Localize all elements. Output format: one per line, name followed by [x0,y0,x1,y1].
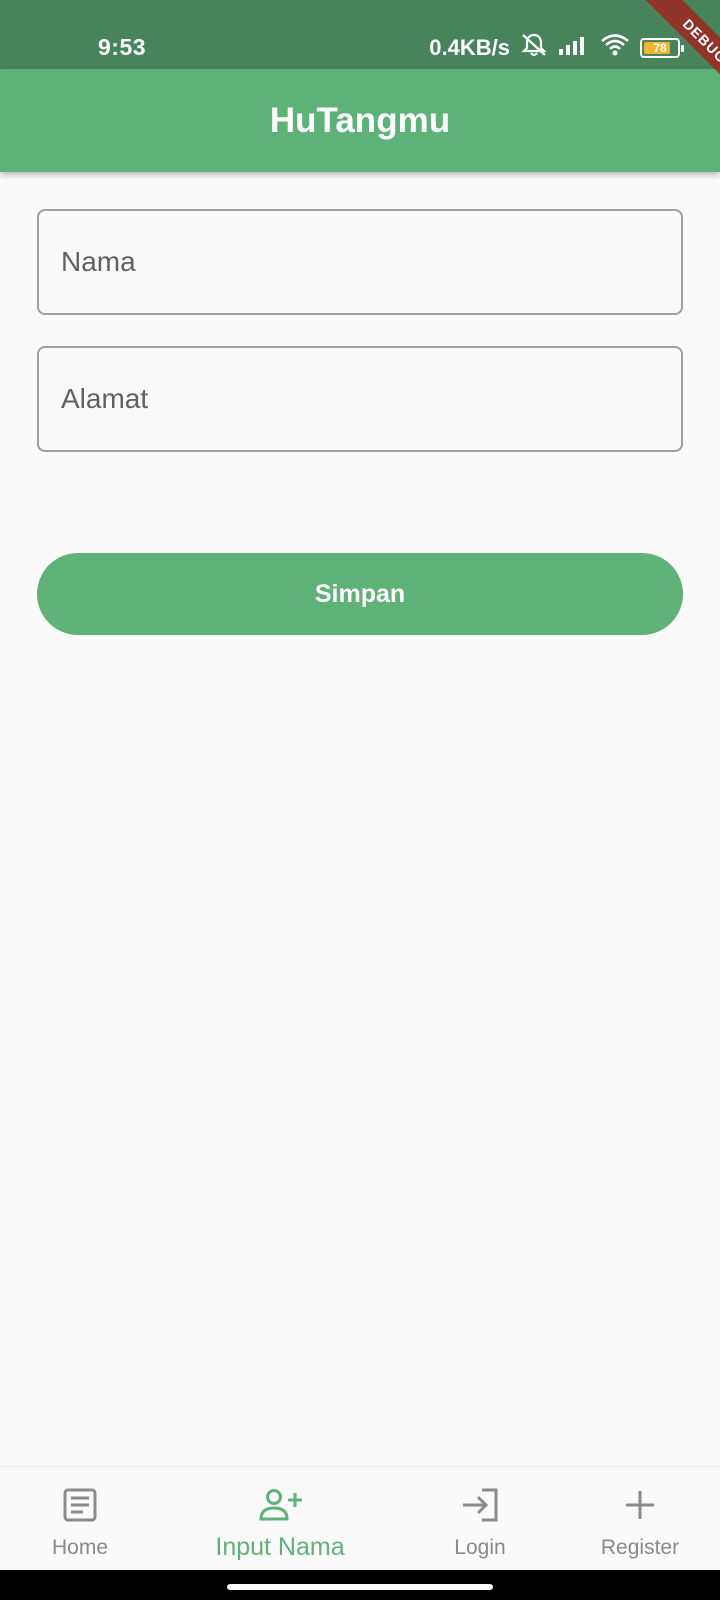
article-icon [62,1467,98,1528]
wifi-icon [600,33,630,62]
person-add-icon [258,1467,302,1528]
app-bar: HuTangmu [0,69,720,172]
system-gesture-area [0,1570,720,1600]
network-speed: 0.4KB/s [429,34,510,60]
nav-item-register[interactable]: Register [560,1467,720,1570]
bottom-navigation: Home Input Nama Login Register [0,1466,720,1570]
status-icons: 0.4KB/s 78 [429,32,684,63]
nav-item-home[interactable]: Home [0,1467,160,1570]
nav-label-login: Login [454,1536,506,1559]
page-title: HuTangmu [269,100,451,140]
battery-level: 78 [653,40,667,55]
nav-label-home: Home [51,1536,109,1559]
status-bar: 9:53 0.4KB/s 78 [0,0,720,69]
nav-item-login[interactable]: Login [400,1467,560,1570]
name-input[interactable] [39,211,681,313]
address-input[interactable] [39,348,681,450]
status-time: 9:53 [98,34,147,60]
notifications-off-icon [520,32,548,63]
signal-icon [558,34,590,61]
battery-icon: 78 [640,37,684,58]
plus-icon [622,1467,658,1528]
address-field[interactable] [37,346,683,452]
name-field[interactable] [37,209,683,315]
login-icon [460,1467,500,1528]
nav-item-input-nama[interactable]: Input Nama [160,1467,400,1570]
save-button[interactable]: Simpan [37,553,683,635]
nav-label-input-nama: Input Nama [215,1533,345,1561]
nav-label-register: Register [600,1536,680,1559]
home-gesture-bar[interactable] [227,1584,493,1590]
